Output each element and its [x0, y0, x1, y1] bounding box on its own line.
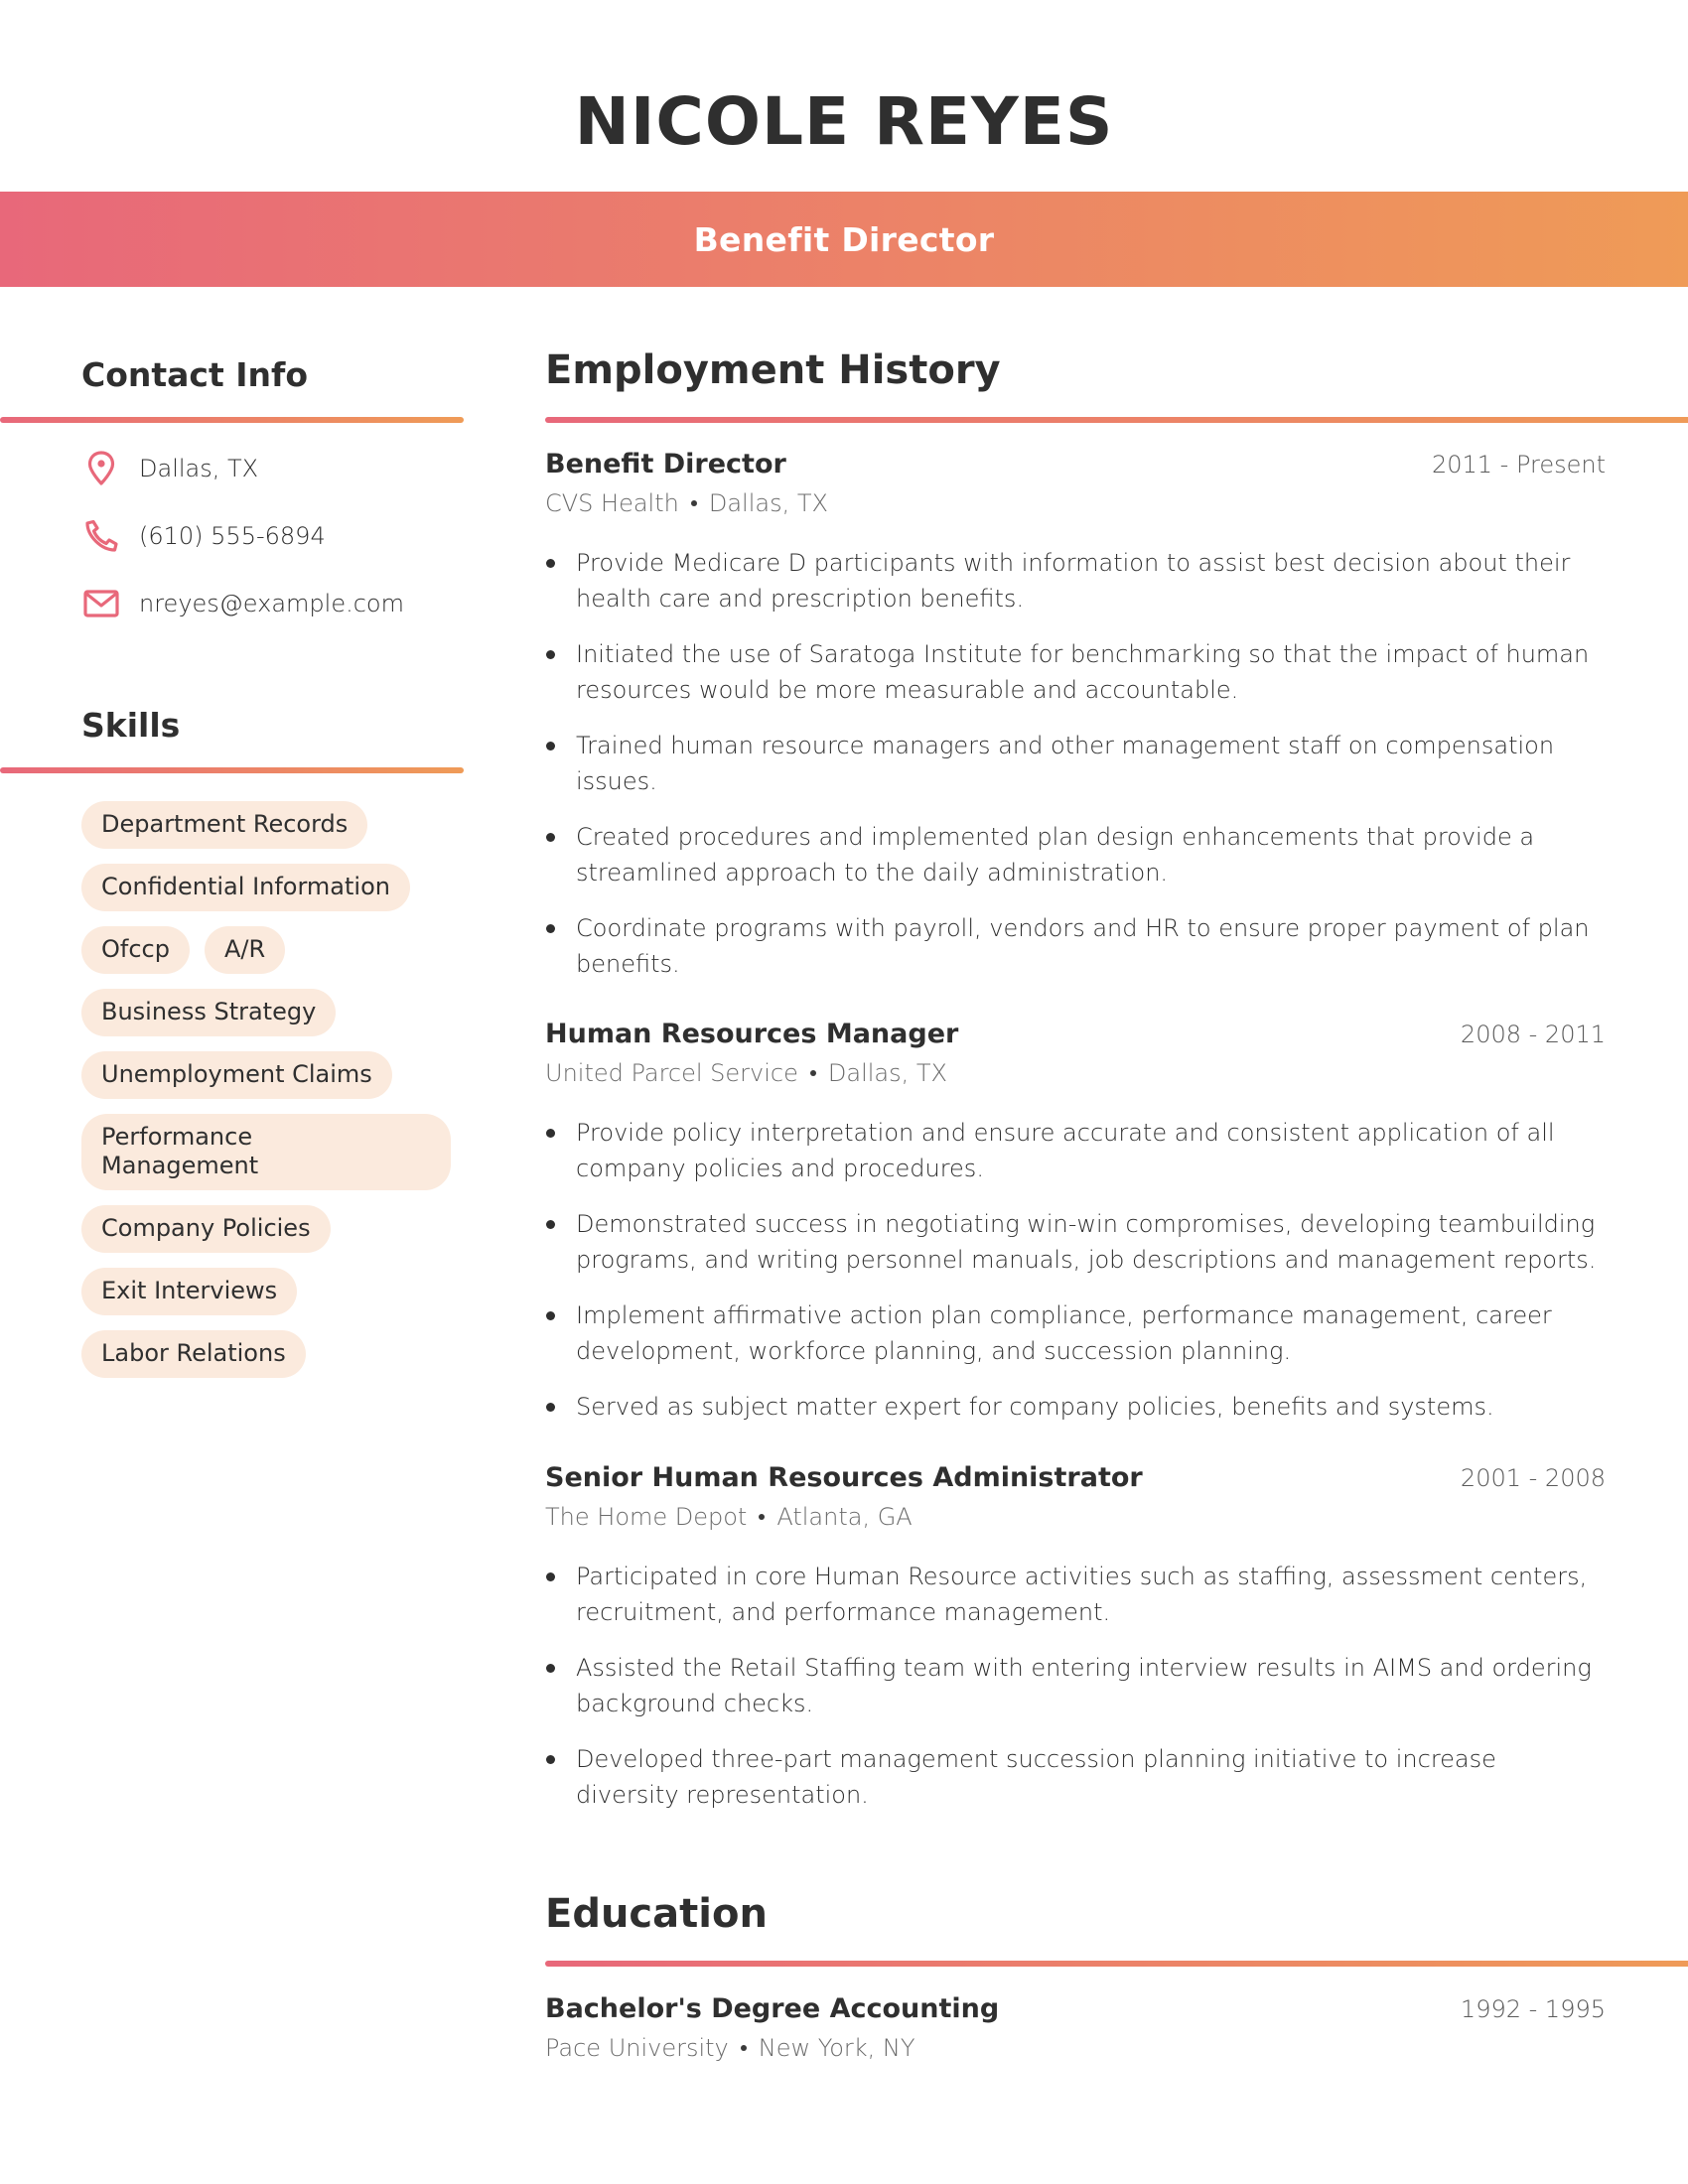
- contact-email-text[interactable]: nreyes@example.com: [139, 590, 404, 617]
- contact-phone: (610) 555-6894: [81, 516, 326, 556]
- skills-divider: [0, 767, 464, 773]
- contact-info-heading: Contact Info: [81, 355, 309, 394]
- skill-tag: Department Records: [81, 801, 368, 849]
- skill-tag: Unemployment Claims: [81, 1051, 392, 1099]
- skill-tag: Business Strategy: [81, 989, 337, 1036]
- job-dates: 2008 - 2011: [1460, 1021, 1606, 1048]
- contact-location-text: Dallas, TX: [139, 455, 259, 482]
- job-bullet: Provide policy interpretation and ensure…: [545, 1115, 1606, 1186]
- job-bullets: Provide policy interpretation and ensure…: [545, 1115, 1606, 1425]
- job-entry: Benefit Director 2011 - Present CVS Heal…: [545, 449, 1606, 1002]
- job-location: Dallas, TX: [827, 1059, 947, 1087]
- separator-dot: [690, 500, 697, 506]
- education-divider: [545, 1961, 1688, 1967]
- phone-icon: [81, 516, 121, 556]
- contact-email: nreyes@example.com: [81, 584, 404, 623]
- job-location: Atlanta, GA: [776, 1503, 913, 1531]
- job-bullet: Coordinate programs with payroll, vendor…: [545, 910, 1606, 982]
- separator-dot: [759, 1514, 766, 1520]
- job-bullet: Developed three-part management successi…: [545, 1741, 1606, 1813]
- job-bullet: Participated in core Human Resource acti…: [545, 1559, 1606, 1630]
- contact-phone-text[interactable]: (610) 555-6894: [139, 522, 326, 550]
- separator-dot: [740, 2045, 747, 2051]
- contact-info-divider: [0, 417, 464, 423]
- education-entry: Bachelor's Degree Accounting 1992 - 1995…: [545, 1993, 1606, 2062]
- job-bullet: Served as subject matter expert for comp…: [545, 1389, 1606, 1425]
- job-title: Human Resources Manager: [545, 1019, 959, 1049]
- job-bullet: Implement affirmative action plan compli…: [545, 1297, 1606, 1369]
- job-dates: 2011 - Present: [1431, 451, 1606, 478]
- job-company: CVS Health: [545, 489, 679, 517]
- job-title: Benefit Director: [545, 449, 786, 479]
- skills-heading: Skills: [81, 706, 181, 745]
- title-banner: Benefit Director: [0, 192, 1688, 287]
- job-entry: Human Resources Manager 2008 - 2011 Unit…: [545, 1019, 1606, 1444]
- mail-icon: [81, 584, 121, 623]
- job-bullet: Demonstrated success in negotiating win-…: [545, 1206, 1606, 1278]
- job-bullet: Provide Medicare D participants with inf…: [545, 545, 1606, 616]
- job-location: Dallas, TX: [708, 489, 828, 517]
- separator-dot: [809, 1070, 816, 1076]
- job-title-headline: Benefit Director: [693, 219, 995, 259]
- candidate-name: NICOLE REYES: [574, 83, 1114, 160]
- job-company: United Parcel Service: [545, 1059, 798, 1087]
- job-bullets: Provide Medicare D participants with inf…: [545, 545, 1606, 982]
- employment-history-heading: Employment History: [545, 347, 1001, 393]
- degree-title: Bachelor's Degree Accounting: [545, 1993, 1000, 2024]
- skill-tag: Ofccp: [81, 926, 190, 974]
- location-pin-icon: [81, 449, 121, 488]
- employment-history-divider: [545, 417, 1688, 423]
- contact-location: Dallas, TX: [81, 449, 258, 488]
- education-heading: Education: [545, 1891, 768, 1937]
- school-name: Pace University: [545, 2034, 729, 2062]
- skills-list: Department Records Confidential Informat…: [81, 801, 459, 1378]
- job-dates: 2001 - 2008: [1460, 1464, 1606, 1492]
- job-entry: Senior Human Resources Administrator 200…: [545, 1462, 1606, 1833]
- skill-tag: Performance Management: [81, 1114, 451, 1190]
- job-bullet: Assisted the Retail Staffing team with e…: [545, 1650, 1606, 1721]
- skill-tag: Labor Relations: [81, 1330, 306, 1378]
- job-title: Senior Human Resources Administrator: [545, 1462, 1143, 1493]
- skill-tag: A/R: [204, 926, 286, 974]
- school-location: New York, NY: [758, 2034, 915, 2062]
- job-bullet: Initiated the use of Saratoga Institute …: [545, 636, 1606, 708]
- job-bullets: Participated in core Human Resource acti…: [545, 1559, 1606, 1813]
- job-bullet: Created procedures and implemented plan …: [545, 819, 1606, 890]
- education-dates: 1992 - 1995: [1460, 1995, 1606, 2023]
- skill-tag: Confidential Information: [81, 864, 410, 911]
- skill-tag: Company Policies: [81, 1205, 331, 1253]
- job-bullet: Trained human resource managers and othe…: [545, 728, 1606, 799]
- job-company: The Home Depot: [545, 1503, 748, 1531]
- skill-tag: Exit Interviews: [81, 1268, 298, 1315]
